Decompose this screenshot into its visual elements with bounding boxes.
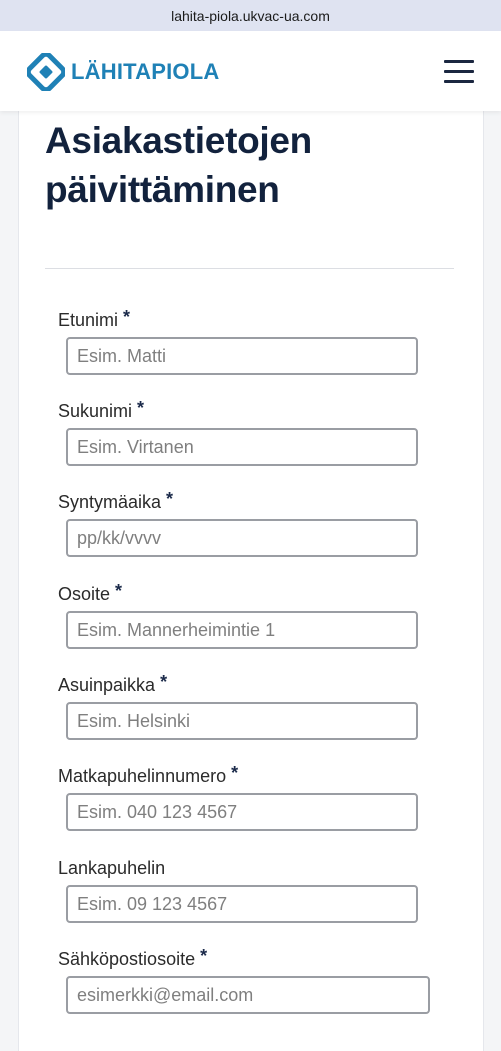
site-header: LÄHITAPIOLA	[0, 31, 501, 111]
field-syntymaaika: Syntymäaika *	[58, 489, 418, 557]
field-asuinpaikka: Asuinpaikka *	[58, 672, 418, 740]
brand-name: LÄHITAPIOLA	[71, 59, 220, 84]
page-title: Asiakastietojen päivittäminen	[45, 116, 465, 214]
field-label: Sähköpostiosoite	[58, 949, 196, 969]
matkapuhelinnumero-input[interactable]	[66, 793, 418, 831]
required-marker: *	[200, 946, 208, 966]
lankapuhelin-input[interactable]	[66, 885, 418, 923]
browser-url-bar[interactable]: lahita-piola.ukvac-ua.com	[0, 0, 501, 31]
hamburger-menu-icon[interactable]	[440, 57, 480, 87]
field-label: Sukunimi	[58, 401, 133, 421]
field-label: Osoite	[58, 584, 111, 604]
asuinpaikka-input[interactable]	[66, 702, 418, 740]
field-osoite: Osoite *	[58, 581, 418, 649]
brand-logo[interactable]: LÄHITAPIOLA	[27, 52, 219, 92]
field-etunimi: Etunimi *	[58, 307, 418, 375]
field-label: Lankapuhelin	[58, 858, 166, 878]
field-lankapuhelin: Lankapuhelin	[58, 856, 418, 923]
field-label: Syntymäaika	[58, 492, 162, 512]
field-matkapuhelinnumero: Matkapuhelinnumero *	[58, 763, 418, 831]
url-text: lahita-piola.ukvac-ua.com	[171, 7, 330, 24]
sukunimi-input[interactable]	[66, 428, 418, 466]
required-marker: *	[123, 307, 131, 327]
osoite-input[interactable]	[66, 611, 418, 649]
page-title-line2: päivittäminen	[45, 169, 280, 210]
lahitapiola-logo-icon	[27, 53, 65, 91]
field-sahkopostiosoite: Sähköpostiosoite *	[58, 946, 430, 1014]
required-marker: *	[160, 672, 168, 692]
page-title-line1: Asiakastietojen	[45, 120, 312, 161]
sahkopostiosoite-input[interactable]	[66, 976, 430, 1014]
required-marker: *	[137, 398, 145, 418]
required-marker: *	[166, 489, 174, 509]
required-marker: *	[231, 763, 239, 783]
field-label: Etunimi	[58, 310, 119, 330]
required-marker: *	[115, 581, 123, 601]
section-divider	[45, 268, 454, 269]
field-label: Matkapuhelinnumero	[58, 766, 227, 786]
etunimi-input[interactable]	[66, 337, 418, 375]
syntymaaika-input[interactable]	[66, 519, 418, 557]
field-label: Asuinpaikka	[58, 675, 156, 695]
field-sukunimi: Sukunimi *	[58, 398, 418, 466]
